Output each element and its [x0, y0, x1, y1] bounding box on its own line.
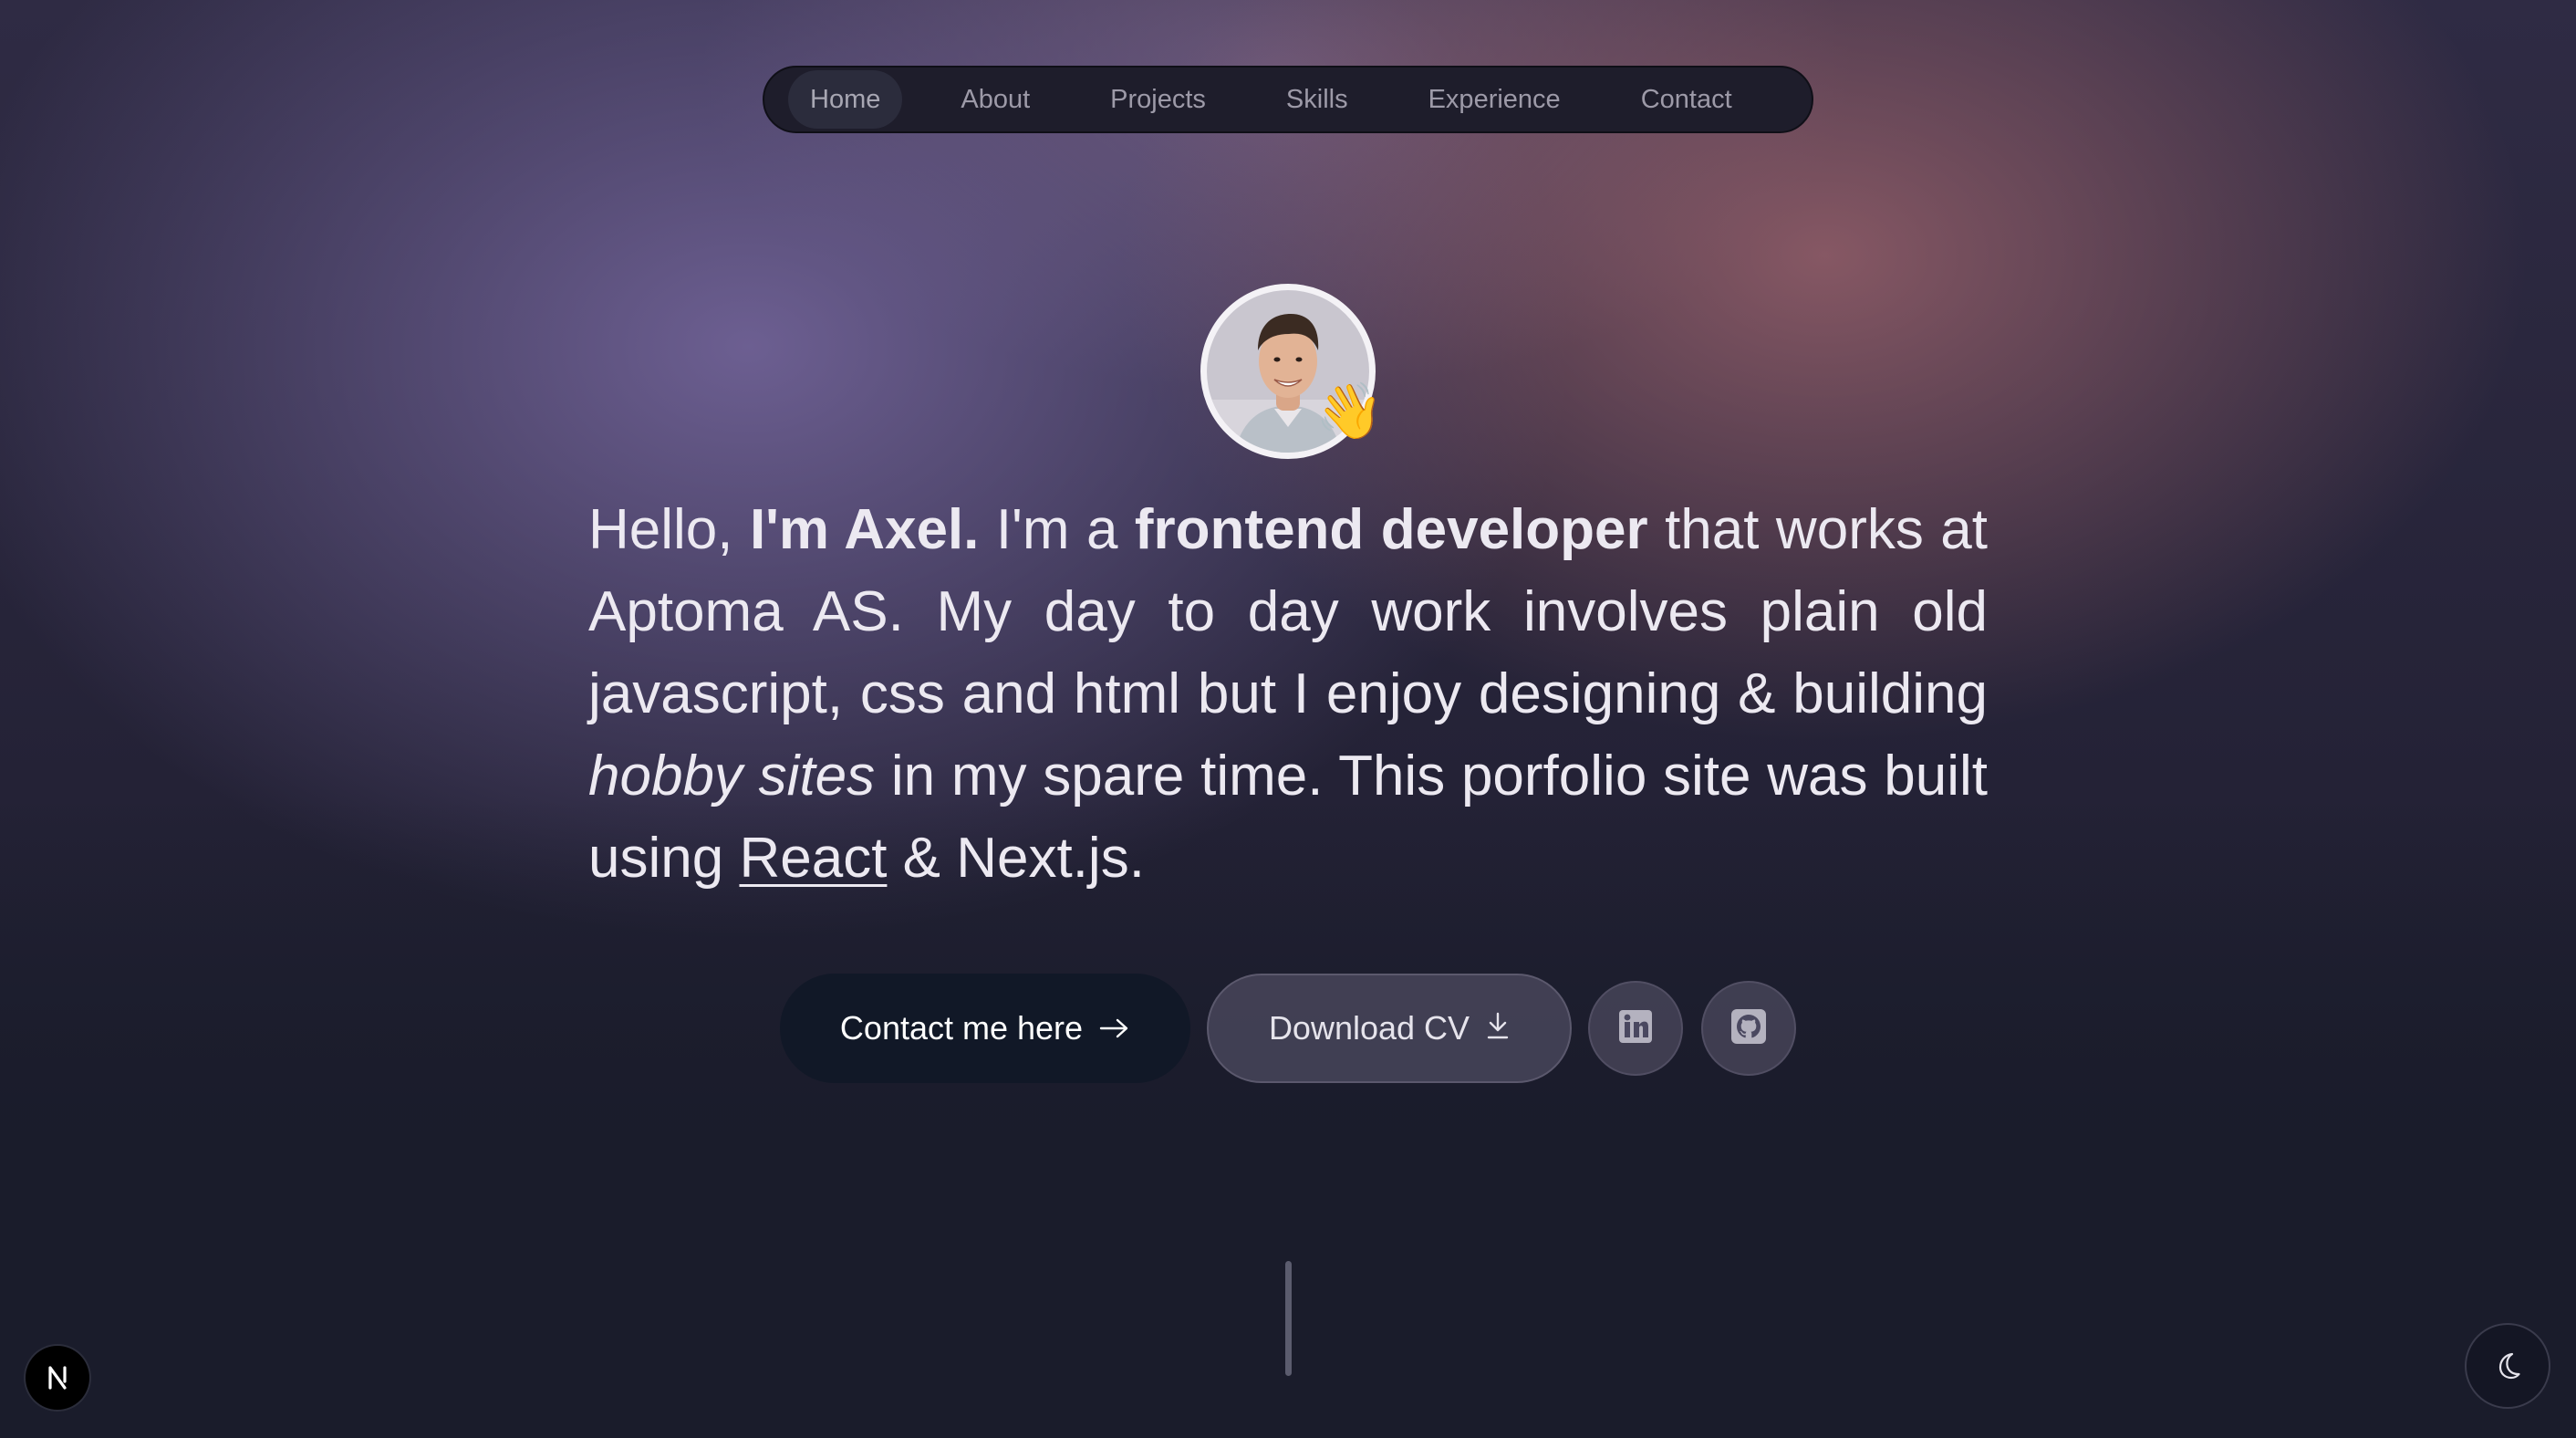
intro-end: & Next.js. — [887, 827, 1145, 890]
intro-hobby: hobby sites — [588, 745, 876, 808]
download-cv-label: Download CV — [1268, 1009, 1470, 1047]
contact-button-label: Contact me here — [839, 1009, 1084, 1047]
main-nav: Home About Projects Skills Experience Co… — [763, 66, 1813, 133]
intro-connector: I'm a — [979, 498, 1135, 561]
theme-toggle-button[interactable] — [2465, 1323, 2550, 1409]
intro-role: frontend developer — [1134, 498, 1648, 561]
moon-icon — [2498, 1352, 2520, 1380]
intro-name: I'm Axel. — [749, 498, 980, 561]
nextjs-badge[interactable] — [26, 1346, 89, 1410]
avatar: 👋 — [1200, 284, 1384, 459]
react-link[interactable]: React — [739, 827, 887, 890]
linkedin-button[interactable] — [1588, 981, 1683, 1076]
contact-button[interactable]: Contact me here — [780, 974, 1190, 1083]
github-button[interactable] — [1701, 981, 1796, 1076]
arrow-right-icon — [1099, 1009, 1130, 1047]
nextjs-logo-icon — [48, 1366, 67, 1390]
download-cv-button[interactable]: Download CV — [1207, 974, 1572, 1083]
github-icon — [1730, 1008, 1767, 1048]
hero-actions: Contact me here Download CV — [780, 974, 1796, 1083]
nav-item-about[interactable]: About — [939, 70, 1052, 129]
wave-emoji: 👋 — [1315, 380, 1384, 443]
intro-text: Hello, I'm Axel. I'm a frontend develope… — [588, 489, 1988, 900]
nav-item-skills[interactable]: Skills — [1264, 70, 1370, 129]
scroll-indicator — [1285, 1261, 1292, 1376]
nav-item-experience[interactable]: Experience — [1407, 70, 1583, 129]
download-icon — [1486, 1009, 1510, 1047]
linkedin-icon — [1618, 1009, 1653, 1047]
nav-item-projects[interactable]: Projects — [1088, 70, 1228, 129]
nav-item-home[interactable]: Home — [788, 70, 903, 129]
nav-item-contact[interactable]: Contact — [1619, 70, 1754, 129]
intro-greeting: Hello, — [588, 498, 750, 561]
